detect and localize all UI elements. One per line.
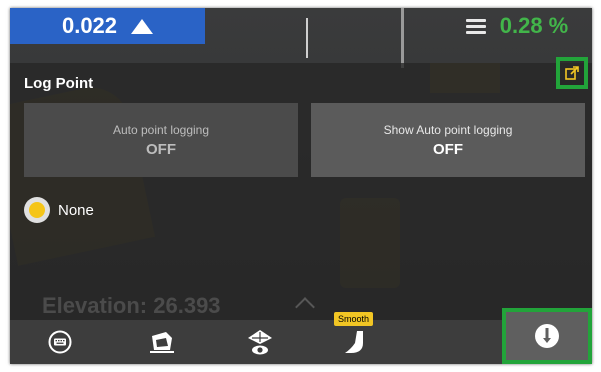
auto-point-logging-button[interactable]: Auto point logging OFF — [24, 103, 298, 177]
point-option-label: None — [58, 201, 94, 219]
smooth-bucket-icon — [345, 331, 363, 353]
panel-title: Log Point — [24, 75, 94, 92]
keyboard-button[interactable] — [30, 320, 90, 364]
keyboard-icon — [48, 330, 72, 354]
machine-display: 0.022 0.28 % Log Point Auto point loggin… — [10, 8, 592, 364]
popout-button[interactable] — [556, 57, 588, 89]
view-eye-icon — [248, 330, 272, 355]
top-status-bar: 0.022 0.28 % — [10, 8, 592, 44]
log-point-panel: Log Point Auto point logging OFF Show Au… — [10, 57, 592, 321]
warning-icon — [535, 324, 559, 348]
auto-logging-value: OFF — [146, 140, 176, 158]
view-button[interactable] — [230, 320, 290, 364]
show-auto-logging-label: Show Auto point logging — [383, 122, 513, 137]
smooth-button[interactable] — [326, 320, 386, 364]
warning-button[interactable] — [502, 308, 592, 364]
bucket-mode-button[interactable] — [132, 320, 192, 364]
bottom-toolbar: Smooth — [10, 308, 592, 364]
elevation-readout: Elevation: 26.393 — [42, 293, 221, 318]
up-triangle-icon — [131, 18, 154, 34]
slope-indicator[interactable]: 0.28 % — [442, 8, 592, 44]
show-auto-logging-value: OFF — [433, 140, 463, 158]
slope-icon — [465, 18, 486, 34]
auto-logging-label: Auto point logging — [112, 122, 210, 137]
cut-fill-value: 0.022 — [61, 13, 118, 38]
show-auto-point-logging-button[interactable]: Show Auto point logging OFF — [311, 103, 585, 177]
cut-fill-indicator[interactable]: 0.022 — [10, 8, 205, 44]
point-option-none[interactable]: None — [24, 197, 94, 223]
radio-selected-icon — [24, 197, 50, 223]
slope-value: 0.28 % — [499, 13, 569, 38]
excavator-bucket-icon — [150, 332, 174, 353]
external-link-icon — [565, 66, 579, 80]
